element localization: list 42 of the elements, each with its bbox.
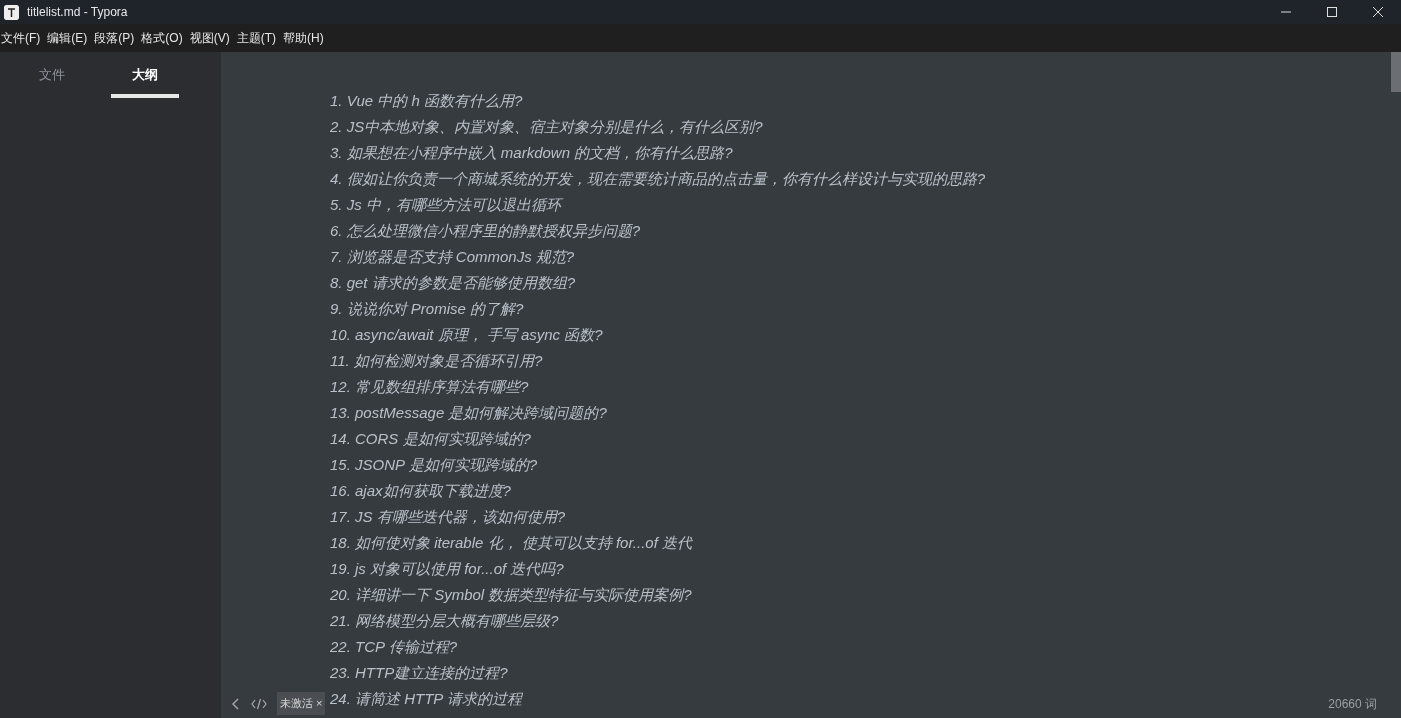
menu-item[interactable]: 段落(P) bbox=[93, 29, 141, 47]
outline-item[interactable]: 1. Vue 中的 h 函数有什么用? bbox=[330, 88, 523, 114]
sidebar-tab[interactable]: 文件 bbox=[18, 66, 87, 98]
word-count: 20660 词 bbox=[1328, 696, 1377, 713]
outline-item[interactable]: 20. 详细讲一下 Symbol 数据类型特征与实际使用案例? bbox=[330, 582, 692, 608]
menu-item[interactable]: 文件(F) bbox=[0, 29, 47, 47]
window-title: titlelist.md - Typora bbox=[27, 5, 128, 19]
outline-item[interactable]: 21. 网络模型分层大概有哪些层级? bbox=[330, 608, 559, 634]
outline-item[interactable]: 17. JS 有哪些迭代器，该如何使用? bbox=[330, 504, 566, 530]
outline-item[interactable]: 7. 浏览器是否支持 CommonJs 规范? bbox=[330, 244, 575, 270]
outline-item[interactable]: 23. HTTP建立连接的过程? bbox=[330, 660, 508, 686]
close-icon bbox=[1373, 7, 1383, 17]
menu-item[interactable]: 帮助(H) bbox=[282, 29, 330, 47]
outline-item[interactable]: 5. Js 中，有哪些方法可以退出循环 bbox=[330, 192, 561, 218]
scrollbar-thumb[interactable] bbox=[1391, 52, 1401, 92]
back-icon[interactable] bbox=[231, 697, 241, 710]
menu-item[interactable]: 视图(V) bbox=[188, 29, 236, 47]
sidebar-tab[interactable]: 大纲 bbox=[110, 66, 179, 98]
outline-item[interactable]: 22. TCP 传输过程? bbox=[330, 634, 457, 660]
outline-item[interactable]: 19. js 对象可以使用 for...of 迭代吗? bbox=[330, 556, 564, 582]
outline-item[interactable]: 12. 常见数组排序算法有哪些? bbox=[330, 374, 529, 400]
code-icon[interactable] bbox=[251, 697, 267, 710]
outline-item[interactable]: 10. async/await 原理， 手写 async 函数? bbox=[330, 322, 603, 348]
menu-item[interactable]: 编辑(E) bbox=[46, 29, 94, 47]
outline-item[interactable]: 18. 如何使对象 iterable 化， 使其可以支持 for...of 迭代 bbox=[330, 530, 692, 556]
outline-item[interactable]: 4. 假如让你负责一个商城系统的开发，现在需要统计商品的点击量，你有什么样设计与实现的思路? bbox=[330, 166, 986, 192]
outline-item[interactable]: 13. postMessage 是如何解决跨域问题的? bbox=[330, 400, 607, 426]
outline-item[interactable]: 16. ajax如何获取下载进度? bbox=[330, 478, 511, 504]
outline-item[interactable]: 15. JSONP 是如何实现跨域的? bbox=[330, 452, 537, 478]
menu-item[interactable]: 主题(T) bbox=[235, 29, 282, 47]
outline-item[interactable]: 11. 如何检测对象是否循环引用? bbox=[330, 348, 543, 374]
outline-item[interactable]: 24. 请简述 HTTP 请求的过程 bbox=[330, 686, 522, 712]
outline-item[interactable]: 2. JS中本地对象、内置对象、宿主对象分别是什么，有什么区别? bbox=[330, 114, 763, 140]
outline-item[interactable]: 9. 说说你对 Promise 的了解? bbox=[330, 296, 524, 322]
outline-item[interactable]: 8. get 请求的参数是否能够使用数组? bbox=[330, 270, 576, 296]
outline-item[interactable]: 6. 怎么处理微信小程序里的静默授权异步问题? bbox=[330, 218, 641, 244]
outline-item[interactable]: 14. CORS 是如何实现跨域的? bbox=[330, 426, 531, 452]
menu-item[interactable]: 格式(O) bbox=[140, 29, 189, 47]
outline-item[interactable]: 3. 如果想在小程序中嵌入 markdown 的文档，你有什么思路? bbox=[330, 140, 733, 166]
maximize-icon bbox=[1327, 7, 1337, 17]
app-logo-icon bbox=[4, 4, 19, 20]
status-badge[interactable]: 未激活 × bbox=[277, 692, 326, 715]
